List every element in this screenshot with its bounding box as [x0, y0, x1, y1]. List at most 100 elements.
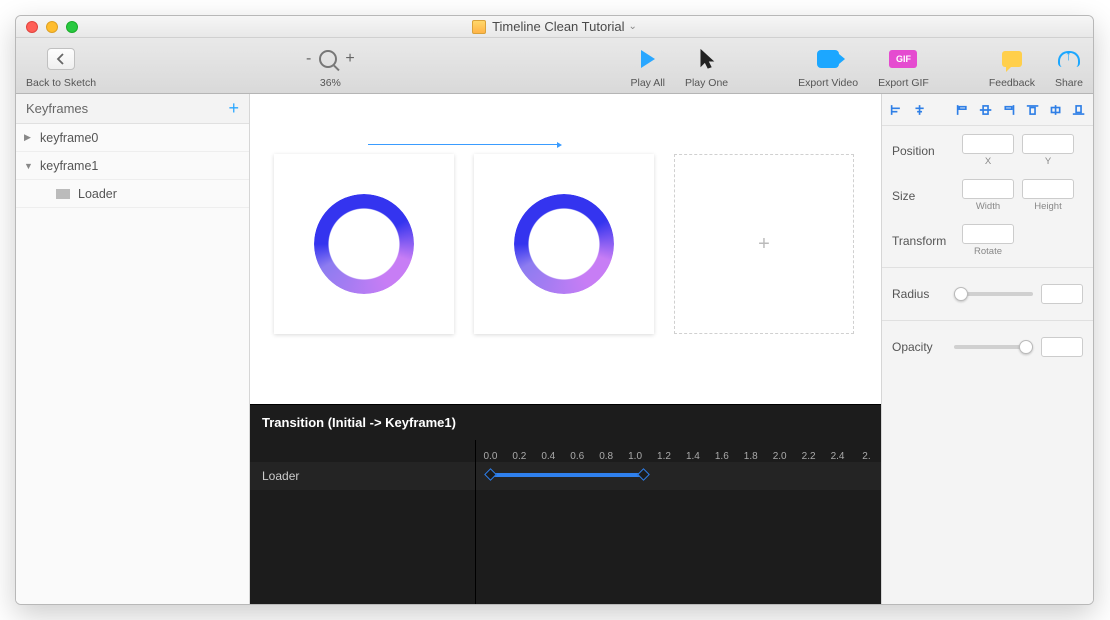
tick: 1.4 [678, 451, 707, 462]
keyframe-handle-end[interactable] [637, 468, 650, 481]
window-title-text: Timeline Clean Tutorial [492, 19, 624, 34]
loader-ring-1 [314, 194, 414, 294]
zoom-out-button[interactable]: - [306, 50, 311, 68]
share-group: Share [1045, 38, 1093, 93]
back-button[interactable] [47, 48, 75, 70]
align-bottom-icon[interactable] [1072, 103, 1085, 117]
disclosure-right-icon[interactable]: ▶ [24, 132, 34, 143]
zoom-in-button[interactable]: + [345, 50, 354, 68]
sidebar-left: Keyframes + ▶ keyframe0 ▼ keyframe1 Load… [16, 94, 250, 604]
layer-item-loader[interactable]: Loader [16, 180, 249, 208]
zoom-level: 36% [320, 77, 341, 89]
chevron-left-icon [56, 53, 66, 65]
align-left2-icon[interactable] [956, 103, 969, 117]
gif-icon[interactable]: GIF [889, 50, 917, 68]
play-all-label: Play All [631, 77, 665, 89]
width-sublabel: Width [976, 201, 1000, 212]
artboard-initial[interactable] [274, 154, 454, 334]
app-window: Timeline Clean Tutorial ⌄ Back to Sketch… [15, 15, 1094, 605]
minimize-window-button[interactable] [46, 21, 58, 33]
cursor-icon[interactable] [699, 48, 715, 70]
rotate-sublabel: Rotate [974, 246, 1002, 257]
position-x-input[interactable] [962, 134, 1014, 154]
tick: 0.6 [563, 451, 592, 462]
alignment-row [882, 94, 1093, 126]
share-icon[interactable] [1058, 51, 1080, 67]
titlebar: Timeline Clean Tutorial ⌄ [16, 16, 1093, 38]
tick: 2. [852, 451, 881, 462]
timeline-ruler: 0.0 0.2 0.4 0.6 0.8 1.0 1.2 1.4 1.6 1.8 … [476, 440, 881, 462]
radius-label: Radius [892, 287, 946, 301]
canvas[interactable]: + [250, 94, 881, 404]
window-title: Timeline Clean Tutorial ⌄ [16, 19, 1093, 34]
play-one-label: Play One [685, 77, 728, 89]
tick: 0.0 [476, 451, 505, 462]
timeline: Transition (Initial -> Keyframe1) Loader… [250, 404, 881, 604]
canvas-area: + Transition (Initial -> Keyframe1) Load… [250, 94, 881, 604]
track-label-loader[interactable]: Loader [250, 462, 475, 490]
rotate-input[interactable] [962, 224, 1014, 244]
export-gif-label: Export GIF [878, 77, 929, 89]
align-top-icon[interactable] [1026, 103, 1039, 117]
transition-arrow [368, 144, 558, 145]
position-y-input[interactable] [1022, 134, 1074, 154]
align-left-icon[interactable] [890, 103, 903, 117]
keyframe-item-0-label: keyframe0 [40, 131, 98, 145]
shape-icon [56, 189, 70, 199]
zoom-window-button[interactable] [66, 21, 78, 33]
keyframe-handle-start[interactable] [484, 468, 497, 481]
keyframe-item-1-label: keyframe1 [40, 159, 98, 173]
back-group: Back to Sketch [16, 38, 106, 93]
export-video-label: Export Video [798, 77, 858, 89]
width-input[interactable] [962, 179, 1014, 199]
height-input[interactable] [1022, 179, 1074, 199]
document-icon [472, 20, 486, 34]
radius-value-input[interactable] [1041, 284, 1083, 304]
opacity-value-input[interactable] [1041, 337, 1083, 357]
radius-slider[interactable] [954, 292, 1033, 296]
play-icon[interactable] [641, 50, 655, 68]
close-window-button[interactable] [26, 21, 38, 33]
align-center-h-icon[interactable] [913, 103, 926, 117]
back-label: Back to Sketch [26, 77, 96, 89]
divider [882, 320, 1093, 321]
opacity-slider[interactable] [954, 345, 1033, 349]
position-y-sublabel: Y [1045, 156, 1051, 167]
tick: 1.8 [736, 451, 765, 462]
zoom-group: - + 36% [296, 38, 365, 93]
size-row: Size Width Height [882, 171, 1093, 216]
export-video-group: Export Video [788, 38, 868, 93]
opacity-label: Opacity [892, 340, 946, 354]
align-right-icon[interactable] [1002, 103, 1015, 117]
transform-row: Transform Rotate [882, 216, 1093, 261]
position-row: Position X Y [882, 126, 1093, 171]
radius-row: Radius [882, 274, 1093, 314]
tick: 1.0 [621, 451, 650, 462]
align-centerv-icon[interactable] [979, 103, 992, 117]
align-middle-icon[interactable] [1049, 103, 1062, 117]
disclosure-down-icon[interactable]: ▼ [24, 161, 34, 171]
height-sublabel: Height [1034, 201, 1061, 212]
keyframe-item-0[interactable]: ▶ keyframe0 [16, 124, 249, 152]
layer-item-loader-label: Loader [78, 187, 117, 201]
add-artboard-button[interactable]: + [674, 154, 854, 334]
tick: 2.4 [823, 451, 852, 462]
plus-icon: + [758, 233, 770, 256]
magnifier-icon[interactable] [319, 50, 337, 68]
tick: 2.2 [794, 451, 823, 462]
track-row-loader[interactable] [476, 462, 881, 490]
play-one-group: Play One [675, 38, 738, 93]
divider [882, 267, 1093, 268]
timeline-tracks[interactable]: 0.0 0.2 0.4 0.6 0.8 1.0 1.2 1.4 1.6 1.8 … [476, 440, 881, 604]
main: Keyframes + ▶ keyframe0 ▼ keyframe1 Load… [16, 94, 1093, 604]
feedback-icon[interactable] [1002, 51, 1022, 67]
video-icon[interactable] [817, 50, 839, 68]
loader-ring-2 [514, 194, 614, 294]
keyframe-item-1[interactable]: ▼ keyframe1 [16, 152, 249, 180]
share-label: Share [1055, 77, 1083, 89]
tick: 0.4 [534, 451, 563, 462]
add-keyframe-button[interactable]: + [228, 98, 239, 119]
artboard-keyframe1[interactable] [474, 154, 654, 334]
animation-clip[interactable] [490, 473, 645, 477]
feedback-label: Feedback [989, 77, 1035, 89]
